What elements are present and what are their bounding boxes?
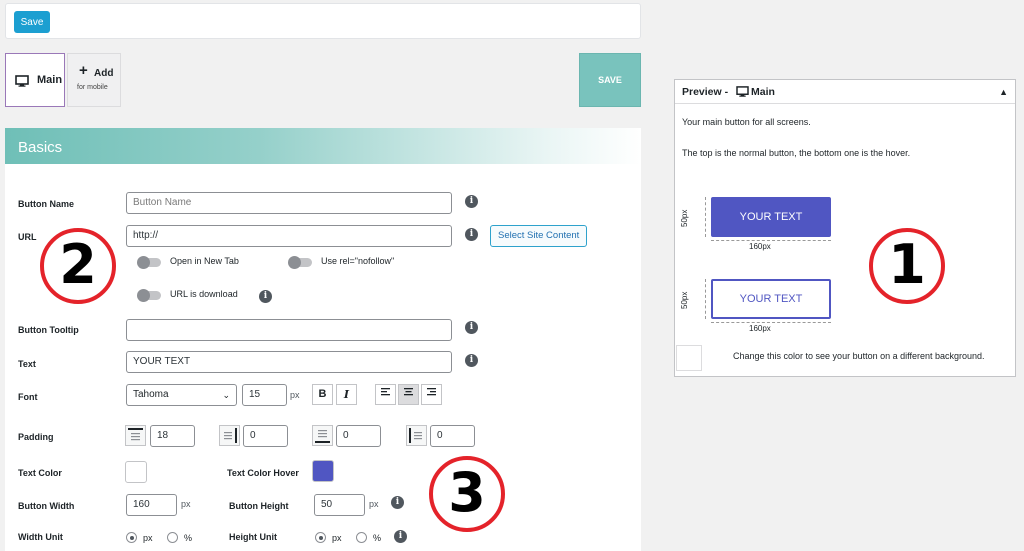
tooltip-input[interactable] <box>126 319 452 341</box>
font-family-value: Tahoma <box>133 389 169 400</box>
padding-left-input[interactable]: 0 <box>430 425 475 447</box>
info-icon[interactable]: i <box>465 354 478 367</box>
tab-main-label: Main <box>37 74 63 86</box>
tab-main[interactable]: Main <box>5 53 65 107</box>
height-guide-hover <box>705 279 706 319</box>
section-title: Basics <box>18 139 63 156</box>
font-label: Font <box>18 392 38 402</box>
preview-line1: Your main button for all screens. <box>682 117 811 127</box>
info-icon[interactable]: i <box>465 321 478 334</box>
info-icon[interactable]: i <box>465 228 478 241</box>
button-height-input[interactable]: 50 <box>314 494 365 516</box>
height-unit-px-label: px <box>332 533 342 543</box>
font-size-input[interactable]: 15 <box>242 384 287 406</box>
padding-right-input[interactable]: 0 <box>243 425 288 447</box>
text-color-swatch[interactable] <box>125 461 147 483</box>
text-input[interactable]: YOUR TEXT <box>126 351 452 373</box>
text-color-hover-swatch[interactable] <box>312 460 334 482</box>
preview-normal-button: YOUR TEXT <box>711 197 831 237</box>
info-icon[interactable]: i <box>394 530 407 543</box>
width-unit-px-radio[interactable] <box>126 532 137 543</box>
select-site-content-button[interactable]: Select Site Content <box>490 225 588 247</box>
button-width-unit: px <box>181 499 191 509</box>
height-unit-percent-radio[interactable] <box>356 532 367 543</box>
tab-add-label: Add <box>94 68 114 79</box>
height-unit-px-radio[interactable] <box>315 532 326 543</box>
open-new-tab-label: Open in New Tab <box>170 256 239 266</box>
font-family-select[interactable]: Tahoma ⌄ <box>126 384 237 406</box>
button-height-unit: px <box>369 499 379 509</box>
section-header[interactable]: Basics <box>5 128 641 164</box>
padding-left-icon <box>406 425 427 446</box>
text-color-hover-label: Text Color Hover <box>227 468 299 478</box>
url-input[interactable]: http:// <box>126 225 452 247</box>
button-height-label: Button Height <box>229 501 289 511</box>
preview-title: Preview - <box>682 86 729 98</box>
align-left-icon[interactable] <box>375 384 396 405</box>
text-label: Text <box>18 359 36 369</box>
width-guide <box>711 240 831 241</box>
triangle-up-icon[interactable]: ▲ <box>999 87 1008 97</box>
button-name-label: Button Name <box>18 199 74 209</box>
open-new-tab-toggle[interactable] <box>137 256 161 269</box>
plus-icon: + <box>79 62 88 79</box>
save-big-button[interactable]: SAVE <box>579 53 641 107</box>
preview-header[interactable]: Preview - Main ▲ <box>675 80 1015 104</box>
padding-bottom-icon <box>312 425 333 446</box>
settings-panel: Basics Button Name Button Name i URL htt… <box>5 128 641 551</box>
nofollow-toggle[interactable] <box>288 256 312 269</box>
annotation-badge-1: 1 <box>869 228 945 304</box>
info-icon[interactable]: i <box>391 496 404 509</box>
font-size-unit: px <box>290 390 300 400</box>
chevron-down-icon: ⌄ <box>222 390 230 400</box>
button-width-label: Button Width <box>18 501 75 511</box>
padding-right-icon <box>219 425 240 446</box>
url-label: URL <box>18 232 37 242</box>
info-icon[interactable]: i <box>465 195 478 208</box>
padding-top-icon <box>125 425 146 446</box>
button-width-input[interactable]: 160 <box>126 494 177 516</box>
height-dimension-hover: 50px <box>680 291 689 309</box>
tab-add-sublabel: for mobile <box>77 84 108 91</box>
save-button[interactable]: Save <box>14 11 50 33</box>
height-dimension: 50px <box>680 209 689 227</box>
tab-add-mobile[interactable]: + Add for mobile <box>67 53 121 107</box>
background-note: Change this color to see your button on … <box>733 351 985 361</box>
nofollow-label: Use rel="nofollow" <box>321 256 395 266</box>
info-icon[interactable]: i <box>259 290 272 303</box>
text-color-label: Text Color <box>18 468 62 478</box>
annotation-badge-2: 2 <box>40 228 116 304</box>
bold-button[interactable]: B <box>312 384 333 405</box>
width-dimension: 160px <box>749 242 771 251</box>
url-download-toggle[interactable] <box>137 289 161 302</box>
desktop-icon <box>15 75 29 90</box>
desktop-icon <box>736 86 749 100</box>
url-download-label: URL is download <box>170 289 238 299</box>
align-center-icon[interactable] <box>398 384 419 405</box>
height-unit-percent-label: % <box>373 533 382 543</box>
top-toolbar: Save <box>5 3 641 39</box>
padding-label: Padding <box>18 432 54 442</box>
height-guide <box>705 197 706 237</box>
align-right-icon[interactable] <box>421 384 442 405</box>
preview-hover-button: YOUR TEXT <box>711 279 831 319</box>
width-unit-percent-label: % <box>184 533 193 543</box>
width-dimension-hover: 160px <box>749 324 771 333</box>
width-unit-percent-radio[interactable] <box>167 532 178 543</box>
preview-main-label: Main <box>751 86 775 98</box>
width-unit-px-label: px <box>143 533 153 543</box>
padding-top-input[interactable]: 18 <box>150 425 195 447</box>
padding-bottom-input[interactable]: 0 <box>336 425 381 447</box>
annotation-badge-3: 3 <box>429 456 505 532</box>
italic-button[interactable]: I <box>336 384 357 405</box>
tooltip-label: Button Tooltip <box>18 325 79 335</box>
width-guide-hover <box>711 322 831 323</box>
preview-line2: The top is the normal button, the bottom… <box>682 148 911 158</box>
width-unit-label: Width Unit <box>18 532 63 542</box>
height-unit-label: Height Unit <box>229 532 277 542</box>
preview-panel: Preview - Main ▲ Your main button for al… <box>674 79 1016 377</box>
button-name-input[interactable]: Button Name <box>126 192 452 214</box>
background-color-swatch[interactable] <box>676 345 702 371</box>
